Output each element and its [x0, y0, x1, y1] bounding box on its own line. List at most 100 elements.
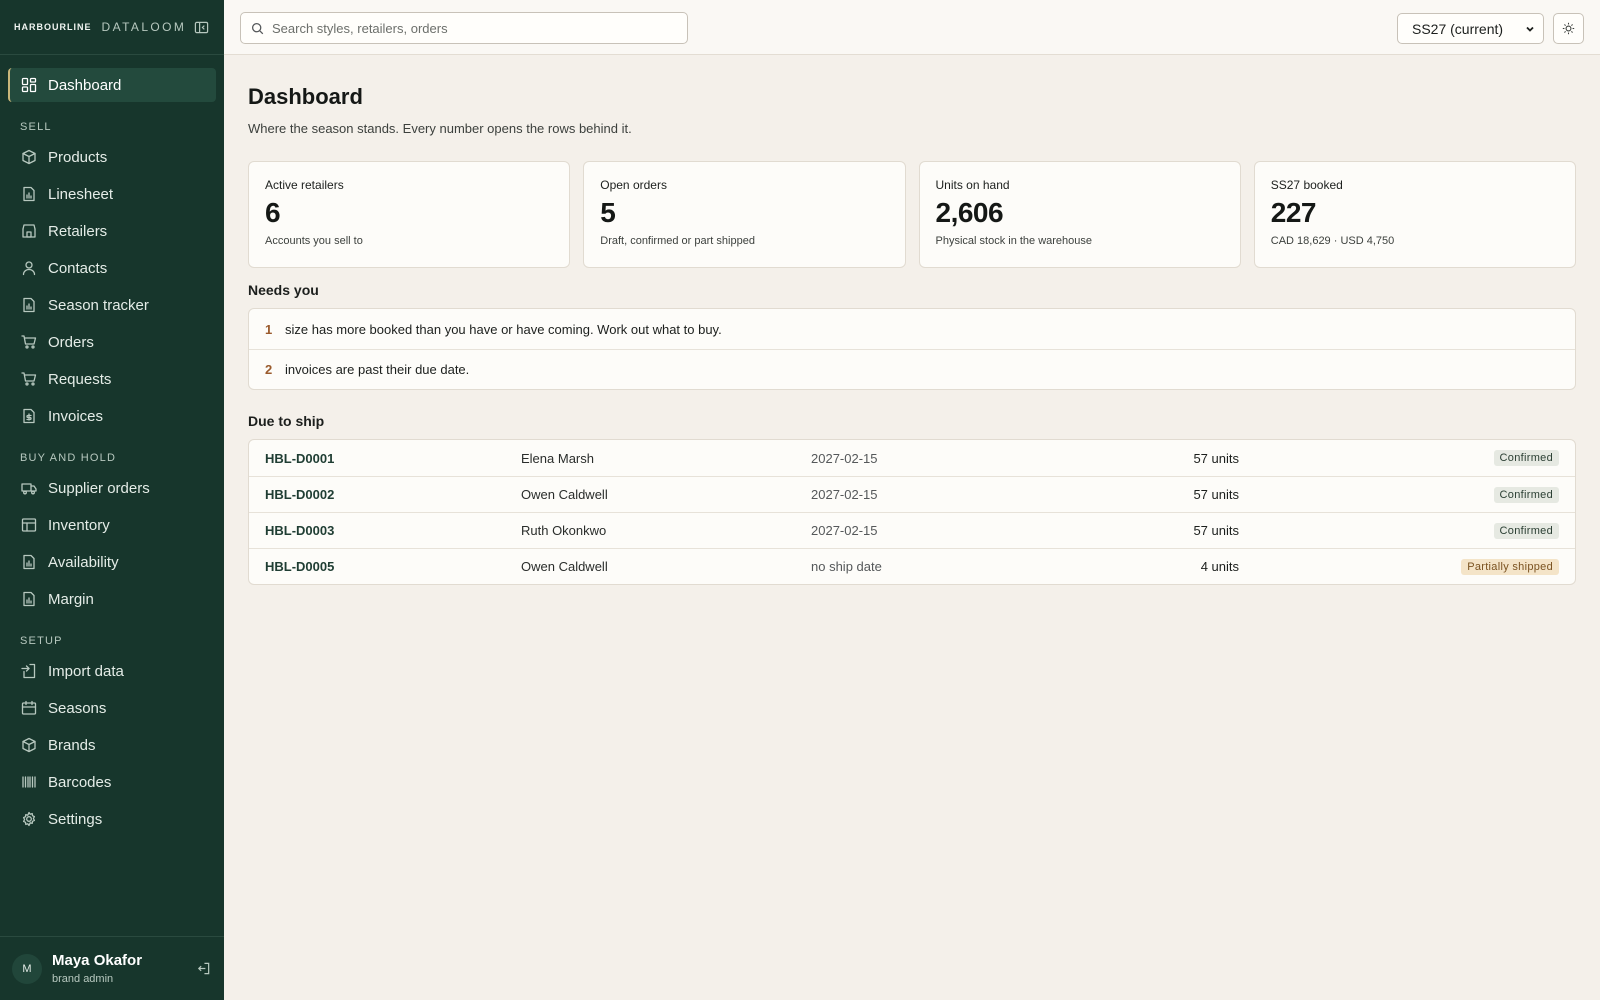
sidebar-item-label: Linesheet	[48, 185, 114, 203]
brand-header: HARBOURLINE DATALOOM	[0, 0, 224, 55]
status-badge: Confirmed	[1493, 450, 1559, 466]
page-subtitle: Where the season stands. Every number op…	[248, 121, 632, 136]
sidebar-item-label: Barcodes	[48, 773, 112, 791]
logout-icon[interactable]	[194, 960, 212, 978]
stat-label: Active retailers	[265, 178, 344, 192]
sidebar-item-label: Retailers	[48, 222, 108, 240]
sidebar-item-label: Import data	[48, 662, 124, 680]
order-id-link[interactable]: HBL-D0005	[265, 559, 521, 574]
needs-you-title: Needs you	[248, 282, 319, 298]
sidebar-item-products[interactable]: Products	[8, 140, 216, 174]
stat-label: SS27 booked	[1270, 178, 1343, 192]
file-chart-icon	[20, 296, 38, 314]
table-row[interactable]: HBL-D0003 Ruth Okonkwo 2027-02-15 57 uni…	[249, 512, 1575, 548]
stat-note: CAD 18,629 · USD 4,750	[1270, 235, 1395, 247]
sidebar-item-retailers[interactable]: Retailers	[8, 214, 216, 248]
stat-card-active-retailers[interactable]: Active retailers 6 Accounts you sell to	[248, 161, 571, 268]
sidebar-item-linesheet[interactable]: Linesheet	[8, 177, 216, 211]
search-icon	[251, 22, 264, 35]
stat-card-units-on-hand[interactable]: Units on hand 2,606 Physical stock in th…	[918, 161, 1241, 268]
import-icon	[20, 662, 38, 680]
sidebar-item-import-data[interactable]: Import data	[8, 654, 216, 688]
sidebar-item-inventory[interactable]: Inventory	[8, 508, 216, 542]
needs-you-item[interactable]: 1 size has more booked than you have or …	[249, 309, 1575, 349]
sidebar-item-settings[interactable]: Settings	[8, 802, 216, 836]
order-id-link[interactable]: HBL-D0003	[265, 523, 521, 538]
invoice-icon	[20, 407, 38, 425]
sidebar-item-barcodes[interactable]: Barcodes	[8, 765, 216, 799]
sidebar-item-invoices[interactable]: Invoices	[8, 399, 216, 433]
retailer-name: Owen Caldwell	[521, 487, 608, 502]
due-to-ship-title: Due to ship	[248, 413, 325, 429]
search-box[interactable]	[240, 12, 688, 44]
sidebar-item-contacts[interactable]: Contacts	[8, 251, 216, 285]
season-select[interactable]: SS27 (current)	[1397, 13, 1544, 44]
cart-icon	[20, 370, 38, 388]
needs-you-text: size has more booked than you have or ha…	[285, 321, 722, 337]
ship-date: 2027-02-15	[811, 487, 878, 502]
stat-cards: Active retailers 6 Accounts you sell to …	[248, 161, 1576, 268]
stat-card-open-orders[interactable]: Open orders 5 Draft, confirmed or part s…	[583, 161, 906, 268]
retailer-name: Ruth Okonkwo	[521, 523, 607, 538]
sidebar-item-availability[interactable]: Availability	[8, 545, 216, 579]
sidebar-item-supplier-orders[interactable]: Supplier orders	[8, 471, 216, 505]
stat-value: 5	[600, 197, 616, 228]
file-chart-icon	[20, 590, 38, 608]
stat-card-season-booked[interactable]: SS27 booked 227 CAD 18,629 · USD 4,750	[1253, 161, 1576, 268]
stat-value: 6	[265, 197, 281, 228]
search-input[interactable]	[272, 20, 672, 36]
season-select-value: SS27 (current)	[1412, 20, 1504, 37]
sidebar-sections: SELL Products Linesheet Retailers Contacts Se…	[0, 105, 224, 836]
topbar: SS27 (current)	[224, 0, 1600, 55]
sidebar-item-label: Margin	[48, 590, 94, 608]
sidebar-item-orders[interactable]: Orders	[8, 325, 216, 359]
stat-value: 2,606	[935, 197, 1004, 228]
sidebar: HARBOURLINE DATALOOM Dashboard SELL Produ…	[0, 0, 224, 1000]
user-name: Maya Okafor	[52, 952, 143, 969]
stat-note: Physical stock in the warehouse	[935, 235, 1093, 247]
table-row[interactable]: HBL-D0001 Elena Marsh 2027-02-15 57 unit…	[249, 440, 1575, 476]
sun-icon	[1562, 22, 1575, 35]
stat-label: Units on hand	[935, 178, 1010, 192]
sidebar-section-label: BUY AND HOLD	[20, 452, 117, 464]
sidebar-item-margin[interactable]: Margin	[8, 582, 216, 616]
sidebar-item-label: Seasons	[48, 699, 107, 717]
user-card: M Maya Okafor brand admin	[0, 936, 224, 1000]
stat-value: 227	[1270, 197, 1317, 228]
table-row[interactable]: HBL-D0005 Owen Caldwell no ship date 4 u…	[249, 548, 1575, 584]
ship-date: no ship date	[811, 559, 882, 574]
store-icon	[20, 222, 38, 240]
sidebar-item-season-tracker[interactable]: Season tracker	[8, 288, 216, 322]
sidebar-item-label: Season tracker	[48, 296, 149, 314]
file-chart-icon	[20, 185, 38, 203]
needs-you-item[interactable]: 2 invoices are past their due date.	[249, 349, 1575, 389]
needs-you-text: invoices are past their due date.	[285, 362, 470, 377]
unit-count: 57 units	[1193, 450, 1239, 466]
sidebar-item-dashboard[interactable]: Dashboard	[8, 68, 216, 102]
main-content: Dashboard Where the season stands. Every…	[248, 55, 1576, 585]
gear-icon	[20, 810, 38, 828]
cart-icon	[20, 333, 38, 351]
unit-count: 4 units	[1200, 559, 1239, 574]
product-name: DATALOOM	[101, 20, 187, 34]
needs-you-list: 1 size has more booked than you have or …	[248, 308, 1576, 390]
truck-icon	[20, 479, 38, 497]
status-badge: Confirmed	[1493, 486, 1559, 503]
sidebar-item-requests[interactable]: Requests	[8, 362, 216, 396]
sidebar-nav: Dashboard SELL Products Linesheet Retailers…	[0, 55, 224, 836]
theme-toggle-button[interactable]	[1553, 13, 1584, 44]
unit-count: 57 units	[1193, 523, 1239, 538]
order-id-link[interactable]: HBL-D0002	[265, 487, 521, 502]
sidebar-item-label: Brands	[48, 736, 96, 754]
status-badge: Confirmed	[1493, 522, 1559, 539]
retailer-name: Owen Caldwell	[521, 559, 608, 574]
table-row[interactable]: HBL-D0002 Owen Caldwell 2027-02-15 57 un…	[249, 476, 1575, 512]
order-id-link[interactable]: HBL-D0001	[265, 451, 521, 466]
due-to-ship-table: HBL-D0001 Elena Marsh 2027-02-15 57 unit…	[248, 439, 1576, 585]
unit-count: 57 units	[1193, 487, 1239, 502]
sidebar-item-brands[interactable]: Brands	[8, 728, 216, 762]
sidebar-collapse-icon[interactable]	[192, 18, 210, 36]
barcode-icon	[20, 773, 38, 791]
sidebar-item-seasons[interactable]: Seasons	[8, 691, 216, 725]
avatar[interactable]: M	[12, 953, 42, 984]
